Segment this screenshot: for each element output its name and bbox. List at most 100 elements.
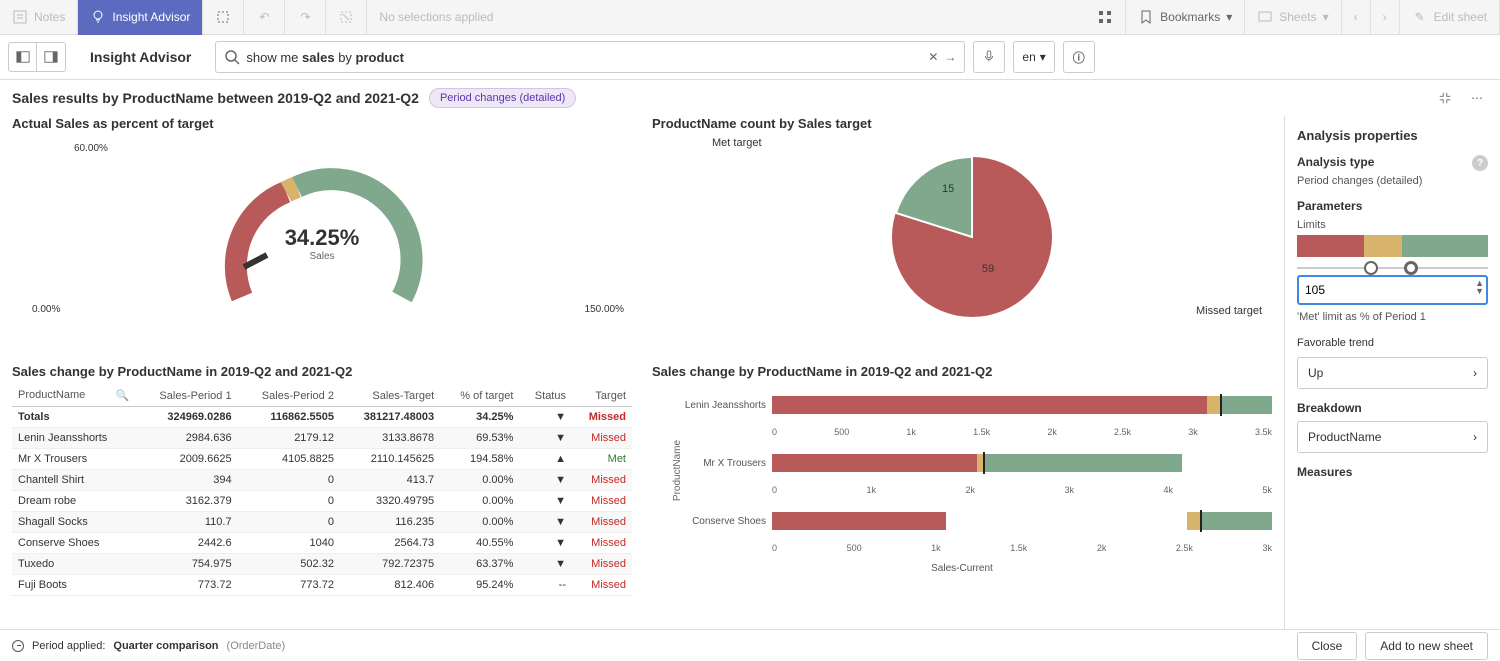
table-header[interactable]: Status <box>519 385 572 407</box>
analysis-header: Sales results by ProductName between 201… <box>0 80 1500 116</box>
undo-icon: ↶ <box>256 9 272 25</box>
pie-chart: 15 59 <box>852 147 1072 327</box>
help-button[interactable]: ⓘ <box>1063 41 1095 73</box>
insight-advisor-button[interactable]: Insight Advisor <box>78 0 203 35</box>
language-selector[interactable]: en ▾ <box>1013 41 1054 73</box>
bar-canvas <box>772 454 1272 472</box>
gauge-mid-label: 60.00% <box>74 143 108 154</box>
gauge-min-label: 0.00% <box>32 304 60 315</box>
gauge-value: 34.25% <box>12 225 632 251</box>
chevron-down-icon: ▾ <box>1323 10 1329 24</box>
search-row: Insight Advisor show me sales by product… <box>0 35 1500 80</box>
add-to-sheet-button[interactable]: Add to new sheet <box>1365 632 1488 660</box>
table-title: Sales change by ProductName in 2019-Q2 a… <box>12 364 632 379</box>
close-button[interactable]: Close <box>1297 632 1358 660</box>
table-header[interactable]: Sales-Target <box>340 385 440 407</box>
search-icon[interactable]: 🔍 <box>116 389 130 402</box>
table-row[interactable]: Shagall Socks110.70116.2350.00%▼Missed <box>12 512 632 533</box>
analysis-type-chip[interactable]: Period changes (detailed) <box>429 88 576 108</box>
notes-icon <box>12 9 28 25</box>
chevron-left-icon: ‹ <box>1354 10 1358 24</box>
bar-group: Conserve Shoes <box>674 501 1272 541</box>
step-back-button[interactable]: ↶ <box>244 0 285 35</box>
sheets-button[interactable]: Sheets ▾ <box>1245 0 1341 35</box>
notes-button[interactable]: Notes <box>0 0 78 35</box>
info-icon: ⓘ <box>1073 49 1085 66</box>
step-forward-button[interactable]: ↷ <box>285 0 326 35</box>
analysis-title: Sales results by ProductName between 201… <box>12 90 419 106</box>
analysis-type-value: Period changes (detailed) <box>1297 175 1488 187</box>
no-selections-label: No selections applied <box>367 0 505 35</box>
analysis-type-heading: Analysis type ? <box>1297 155 1488 169</box>
table-header[interactable]: % of target <box>440 385 519 407</box>
breakdown-select[interactable]: ProductName › <box>1297 421 1488 453</box>
chevron-right-icon: › <box>1473 430 1477 444</box>
breakdown-heading: Breakdown <box>1297 401 1488 415</box>
notes-label: Notes <box>34 10 65 24</box>
table-row[interactable]: Dream robe3162.37903320.497950.00%▼Misse… <box>12 491 632 512</box>
lightbulb-icon <box>90 9 106 25</box>
table-header[interactable]: Target <box>572 385 632 407</box>
smart-search-button[interactable] <box>203 0 244 35</box>
slider-handle-low[interactable] <box>1364 261 1378 275</box>
panel-toggle <box>8 42 66 72</box>
bar-axis: 05001k1.5k2k2.5k3k <box>674 541 1272 559</box>
slider-handle-high[interactable] <box>1404 261 1418 275</box>
prev-sheet-button[interactable]: ‹ <box>1342 0 1371 35</box>
fav-trend-label: Favorable trend <box>1297 337 1488 349</box>
bar-label: Conserve Shoes <box>674 516 766 527</box>
table-row[interactable]: Mr X Trousers2009.66254105.88252110.1456… <box>12 449 632 470</box>
selections-tool-button[interactable] <box>1085 0 1126 35</box>
edit-sheet-button[interactable]: ✎ Edit sheet <box>1400 0 1500 35</box>
bar-label: Mr X Trousers <box>674 458 766 469</box>
table-header[interactable]: Sales-Period 2 <box>238 385 340 407</box>
more-options-button[interactable]: ⋯ <box>1466 87 1488 109</box>
clear-search-icon[interactable]: ✕ <box>928 50 938 64</box>
bar-axis: 01k2k3k4k5k <box>674 483 1272 501</box>
clock-icon <box>12 640 24 652</box>
bar-canvas <box>772 512 1272 530</box>
sales-table: ProductName🔍Sales-Period 1Sales-Period 2… <box>12 385 632 596</box>
clear-icon <box>338 9 354 25</box>
limit-input[interactable] <box>1297 275 1488 305</box>
smart-search-icon <box>215 9 231 25</box>
limit-caption: 'Met' limit as % of Period 1 <box>1297 311 1488 323</box>
search-box[interactable]: show me sales by product ✕ → <box>215 41 965 73</box>
redo-icon: ↷ <box>297 9 313 25</box>
table-header[interactable]: ProductName🔍 <box>12 385 135 407</box>
table-row[interactable]: Totals324969.0286116862.5505381217.48003… <box>12 407 632 428</box>
limits-slider[interactable] <box>1297 267 1488 269</box>
bar-label: Lenin Jeansshorts <box>674 400 766 411</box>
table-row[interactable]: Chantell Shirt3940413.70.00%▼Missed <box>12 470 632 491</box>
submit-search-icon[interactable]: → <box>944 50 956 64</box>
table-row[interactable]: Fuji Boots773.72773.72812.40695.24%--Mis… <box>12 575 632 596</box>
help-icon[interactable]: ? <box>1472 155 1488 171</box>
bars-xlabel: Sales-Current <box>652 563 1272 574</box>
right-panel-toggle[interactable] <box>37 43 65 71</box>
voice-button[interactable] <box>973 41 1005 73</box>
insight-advisor-title: Insight Advisor <box>74 49 207 65</box>
fav-trend-select[interactable]: Up › <box>1297 357 1488 389</box>
sheets-icon <box>1257 9 1273 25</box>
bookmarks-button[interactable]: Bookmarks ▾ <box>1126 0 1245 35</box>
bar-group: Mr X Trousers <box>674 443 1272 483</box>
next-sheet-button[interactable]: › <box>1371 0 1400 35</box>
microphone-icon <box>982 49 996 66</box>
table-header[interactable]: Sales-Period 1 <box>135 385 237 407</box>
table-row[interactable]: Conserve Shoes2442.610402564.7340.55%▼Mi… <box>12 533 632 554</box>
gauge-sublabel: Sales <box>12 251 632 262</box>
table-row[interactable]: Lenin Jeansshorts2984.6362179.123133.867… <box>12 428 632 449</box>
table-row[interactable]: Tuxedo754.975502.32792.7237563.37%▼Misse… <box>12 554 632 575</box>
pie-met-label: Met target <box>712 137 762 149</box>
exit-fullscreen-button[interactable] <box>1434 87 1456 109</box>
chevron-down-icon: ▾ <box>1040 50 1046 64</box>
clear-selections-button[interactable] <box>326 0 367 35</box>
bars-card: Sales change by ProductName in 2019-Q2 a… <box>652 364 1272 629</box>
gauge-card: Actual Sales as percent of target 0.00% … <box>12 116 632 356</box>
grid-icon <box>1097 9 1113 25</box>
left-panel-toggle[interactable] <box>9 43 37 71</box>
app-topbar: Notes Insight Advisor ↶ ↷ No selections … <box>0 0 1500 35</box>
svg-text:15: 15 <box>942 183 954 195</box>
spinner-icon[interactable]: ▲▼ <box>1475 279 1484 295</box>
pie-card: ProductName count by Sales target 15 59 … <box>652 116 1272 356</box>
